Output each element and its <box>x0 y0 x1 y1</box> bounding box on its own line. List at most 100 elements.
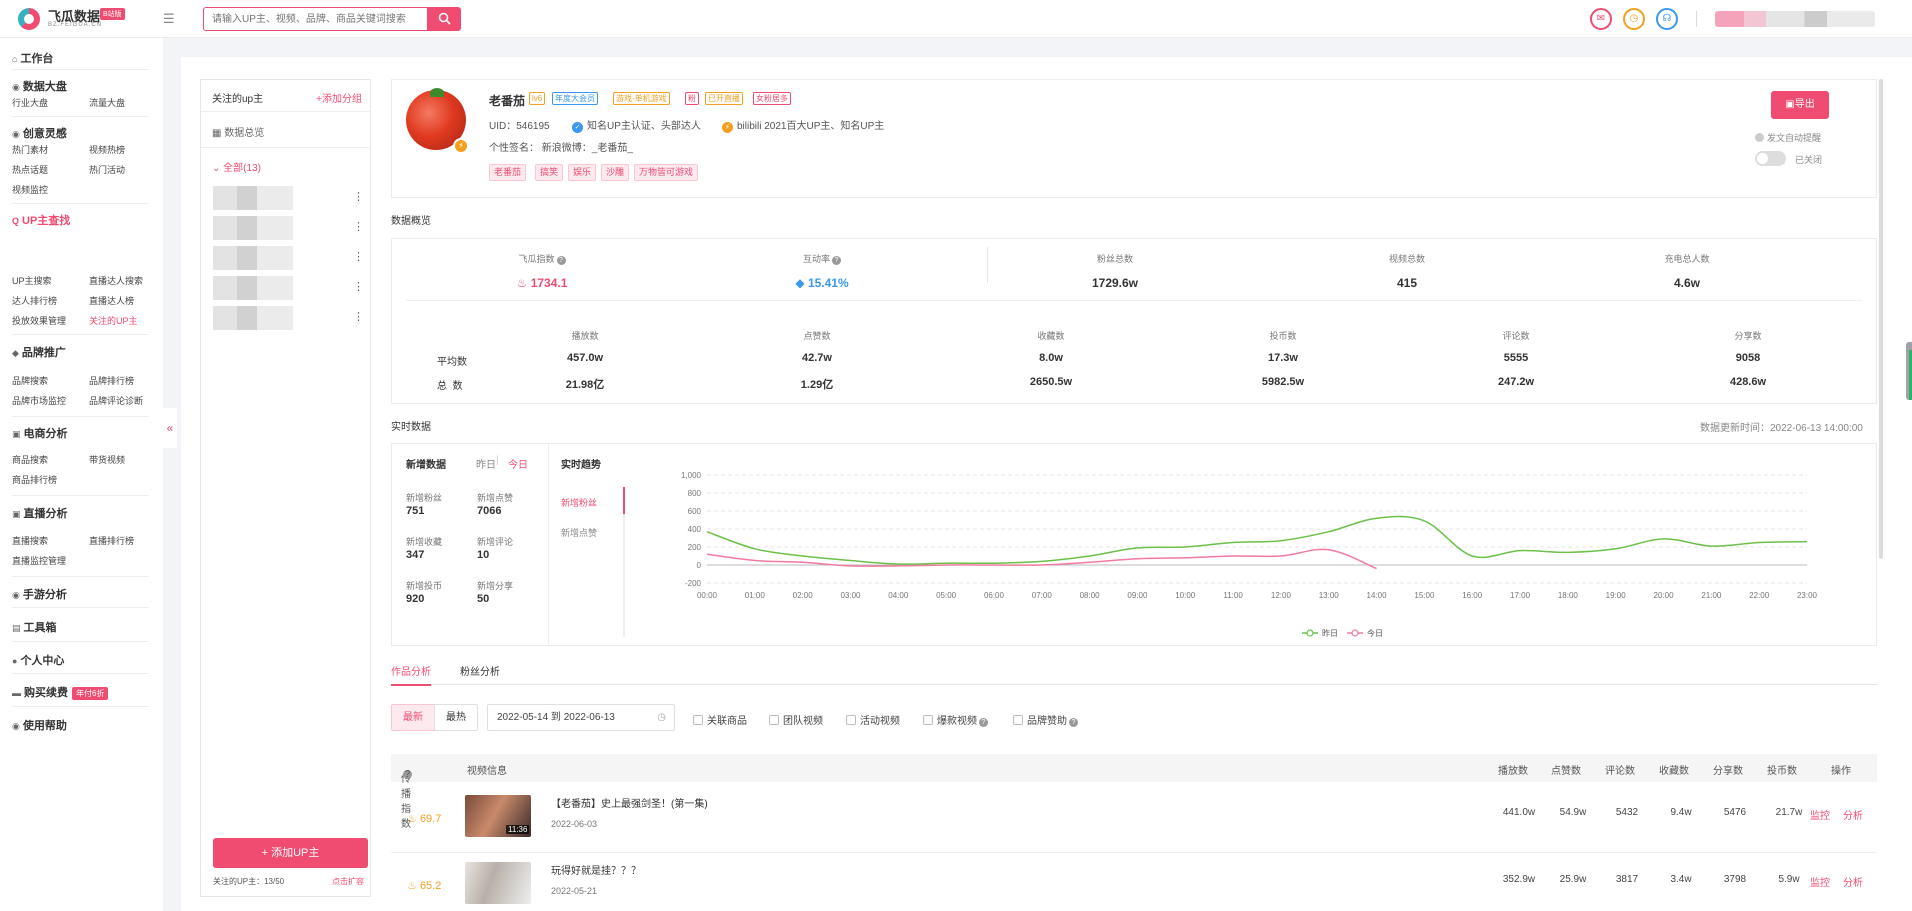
more-icon[interactable]: ⋮ <box>353 250 364 263</box>
search-input[interactable] <box>203 7 428 31</box>
nav-item-live-rank2[interactable]: 直播排行榜 <box>89 534 134 547</box>
nav-item-goods-search[interactable]: 商品搜索 <box>12 453 48 466</box>
list-item[interactable]: ⋮ <box>201 182 370 212</box>
headset-icon[interactable]: ☊ <box>1656 8 1678 30</box>
nav-creative[interactable]: ◉ 创意灵感 <box>12 125 67 141</box>
nav-up-search[interactable]: Q UP主查找 <box>12 212 70 228</box>
list-item[interactable]: ⋮ <box>201 242 370 272</box>
trend-tab-likes[interactable]: 新增点赞 <box>561 526 597 539</box>
nav-item-industry[interactable]: 行业大盘 <box>12 96 48 109</box>
video-title[interactable]: 【老番茄】史上最强剑圣！(第一集) <box>551 795 708 810</box>
video-thumbnail[interactable] <box>465 862 531 904</box>
nav-item-up-rank[interactable]: 达人排行榜 <box>12 294 57 307</box>
checkbox[interactable] <box>693 715 703 725</box>
add-up-button[interactable]: + 添加UP主 <box>213 838 368 868</box>
logo-icon[interactable] <box>18 8 40 30</box>
mail-icon[interactable]: ✉ <box>1590 8 1612 30</box>
nav-item-hot-material[interactable]: 热门素材 <box>12 143 48 156</box>
date-range-picker[interactable]: 2022-05-14 到 2022-06-13 ◷ <box>487 704 675 731</box>
group-all[interactable]: ⌄ 全部(13) <box>212 159 261 174</box>
sidebar-collapse-icon[interactable]: « <box>163 408 177 448</box>
keyword-tag[interactable]: 万物皆可游戏 <box>634 164 699 181</box>
more-icon[interactable]: ⋮ <box>353 190 364 203</box>
day-yesterday[interactable]: 昨日 <box>476 456 496 471</box>
filter-related-goods[interactable]: 关联商品 <box>693 712 747 727</box>
table-row[interactable]: ♨ 65.2 玩得好就是挂？？？ 2022-05-21 352.9w 25.9w… <box>391 854 1877 911</box>
more-icon[interactable]: ⋮ <box>353 280 364 293</box>
col-coin[interactable]: 投币数 <box>1767 762 1797 777</box>
nav-item-up-search[interactable]: UP主搜索 <box>12 274 52 287</box>
video-title[interactable]: 玩得好就是挂？？？ <box>551 862 641 877</box>
nav-item-video-rank[interactable]: 视频热榜 <box>89 143 125 156</box>
col-comment[interactable]: 评论数 <box>1605 762 1635 777</box>
help-icon[interactable]: ? <box>979 718 988 727</box>
keyword-tag[interactable]: 娱乐 <box>568 164 597 181</box>
nav-item-traffic[interactable]: 流量大盘 <box>89 96 125 109</box>
nav-item-goods-video[interactable]: 带货视频 <box>89 453 125 466</box>
user-account[interactable] <box>1715 11 1875 27</box>
nav-item-hot-topic[interactable]: 热点话题 <box>12 163 48 176</box>
promo-badge[interactable]: 年付6折 <box>72 687 109 700</box>
monitor-link[interactable]: 监控 <box>1810 807 1830 822</box>
nav-purchase[interactable]: ▬ 购买续费 年付6折 <box>12 684 109 700</box>
sort-latest[interactable]: 最新 <box>391 704 435 731</box>
nav-workbench[interactable]: ⌂ 工作台 <box>12 50 53 66</box>
analyze-link[interactable]: 分析 <box>1843 874 1863 889</box>
keyword-tag[interactable]: 老番茄 <box>489 164 527 181</box>
checkbox[interactable] <box>769 715 779 725</box>
keyword-tag[interactable]: 搞笑 <box>535 164 564 181</box>
nav-item-live-search2[interactable]: 直播搜索 <box>12 534 48 547</box>
scrollbar[interactable] <box>1879 79 1883 559</box>
nav-help[interactable]: ◉ 使用帮助 <box>12 717 67 733</box>
nav-item-brand-comment[interactable]: 品牌评论诊断 <box>89 394 143 407</box>
nav-item-brand-monitor[interactable]: 品牌市场监控 <box>12 394 66 407</box>
nav-personal[interactable]: ● 个人中心 <box>12 652 64 668</box>
nav-item-video-monitor[interactable]: 视频监控 <box>12 183 48 196</box>
search-button[interactable] <box>428 7 461 31</box>
data-overview-link[interactable]: ▦ 数据总览 <box>212 124 264 139</box>
nav-game[interactable]: ◉ 手游分析 <box>12 586 67 602</box>
list-item[interactable]: ⋮ <box>201 212 370 242</box>
nav-item-hot-activity[interactable]: 热门活动 <box>89 163 125 176</box>
export-button[interactable]: ▣导出 <box>1771 91 1829 119</box>
col-share[interactable]: 分享数 <box>1713 762 1743 777</box>
help-icon[interactable]: ? <box>832 256 841 265</box>
col-like[interactable]: 点赞数 <box>1551 762 1581 777</box>
help-icon[interactable]: ? <box>1069 718 1078 727</box>
checkbox[interactable] <box>923 715 933 725</box>
menu-collapse-icon[interactable]: ☰ <box>163 11 175 27</box>
col-fav[interactable]: 收藏数 <box>1659 762 1689 777</box>
more-icon[interactable]: ⋮ <box>353 220 364 233</box>
clock-icon[interactable]: ◷ <box>1623 8 1645 30</box>
nav-ecommerce[interactable]: ▣ 电商分析 <box>12 425 68 441</box>
help-icon[interactable]: ? <box>556 256 566 265</box>
auto-remind[interactable]: 发文自动提醒 <box>1755 131 1821 144</box>
table-row[interactable]: ♨ 69.7 11:36 【老番茄】史上最强剑圣！(第一集) 2022-06-0… <box>391 787 1877 853</box>
tab-fans-analysis[interactable]: 粉丝分析 <box>460 663 500 684</box>
filter-team-video[interactable]: 团队视频 <box>769 712 823 727</box>
sort-hottest[interactable]: 最热 <box>434 704 478 731</box>
nav-live[interactable]: ▣ 直播分析 <box>12 505 68 521</box>
filter-activity-video[interactable]: 活动视频 <box>846 712 900 727</box>
keyword-tag[interactable]: 沙雕 <box>601 164 630 181</box>
nav-item-campaign[interactable]: 投放效果管理 <box>12 314 66 327</box>
analyze-link[interactable]: 分析 <box>1843 807 1863 822</box>
help-icon[interactable]: ? <box>403 770 412 780</box>
list-item[interactable]: ⋮ <box>201 302 370 332</box>
monitor-link[interactable]: 监控 <box>1810 874 1830 889</box>
add-group-button[interactable]: +添加分组 <box>316 90 362 105</box>
filter-hit-video[interactable]: 爆款视频? <box>923 712 988 727</box>
nav-data-board[interactable]: ◉ 数据大盘 <box>12 78 67 94</box>
list-item[interactable]: ⋮ <box>201 272 370 302</box>
col-play[interactable]: 播放数 <box>1498 762 1528 777</box>
nav-item-brand-search[interactable]: 品牌搜索 <box>12 374 48 387</box>
tab-works-analysis[interactable]: 作品分析 <box>391 663 431 686</box>
day-today[interactable]: 今日 <box>508 456 528 471</box>
nav-tools[interactable]: ▤ 工具箱 <box>12 619 57 635</box>
trend-tab-fans[interactable]: 新增粉丝 <box>561 496 597 509</box>
nav-item-goods-rank[interactable]: 商品排行榜 <box>12 473 57 486</box>
remind-toggle[interactable] <box>1755 151 1786 166</box>
more-icon[interactable]: ⋮ <box>353 310 364 323</box>
nav-item-followed-up[interactable]: 关注的UP主 <box>89 314 138 327</box>
nav-brand[interactable]: ◆ 品牌推广 <box>12 344 66 360</box>
